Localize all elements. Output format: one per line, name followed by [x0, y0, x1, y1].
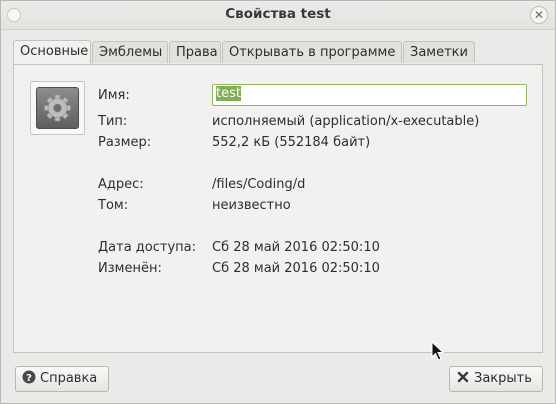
- file-icon: [30, 81, 85, 135]
- close-button[interactable]: Закрыть: [449, 366, 543, 392]
- name-value[interactable]: test: [216, 86, 241, 101]
- help-button-label: Справка: [40, 371, 98, 386]
- modified-value: Сб 28 май 2016 02:50:10: [212, 261, 380, 276]
- volume-label: Том:: [98, 198, 129, 213]
- type-value: исполняемый (application/x-executable): [212, 114, 480, 129]
- type-label: Тип:: [98, 114, 128, 129]
- mouse-cursor-icon: [431, 341, 445, 361]
- accessed-value: Сб 28 май 2016 02:50:10: [212, 240, 380, 255]
- size-value: 552,2 кБ (552184 байт): [212, 135, 371, 150]
- help-icon: ?: [22, 370, 36, 384]
- tab-notes[interactable]: Заметки: [403, 41, 475, 63]
- basic-panel: Имя: test Тип: исполняемый (application/…: [13, 64, 543, 353]
- name-field[interactable]: test: [212, 84, 527, 106]
- location-label: Адрес:: [98, 177, 144, 192]
- size-label: Размер:: [98, 135, 152, 150]
- properties-dialog: Свойства test ✕ Основные Эмблемы Права О…: [0, 0, 556, 404]
- help-button[interactable]: ? Справка: [15, 366, 109, 392]
- svg-text:?: ?: [26, 373, 32, 384]
- titlebar[interactable]: Свойства test ✕: [1, 1, 555, 30]
- volume-value: неизвестно: [212, 198, 291, 213]
- tab-basic[interactable]: Основные: [13, 40, 91, 64]
- tab-emblems[interactable]: Эмблемы: [92, 41, 168, 63]
- window-close-icon[interactable]: ✕: [530, 6, 548, 24]
- tab-open-with[interactable]: Открывать в программе: [222, 41, 402, 63]
- window-title: Свойства test: [225, 6, 331, 22]
- close-icon: [457, 371, 469, 383]
- accessed-label: Дата доступа:: [98, 240, 196, 255]
- modified-label: Изменён:: [98, 261, 162, 276]
- close-button-label: Закрыть: [474, 371, 532, 386]
- tab-permissions[interactable]: Права: [169, 41, 221, 63]
- gear-icon: [44, 94, 71, 122]
- location-value: /files/Coding/d: [212, 177, 306, 192]
- name-label: Имя:: [98, 88, 130, 103]
